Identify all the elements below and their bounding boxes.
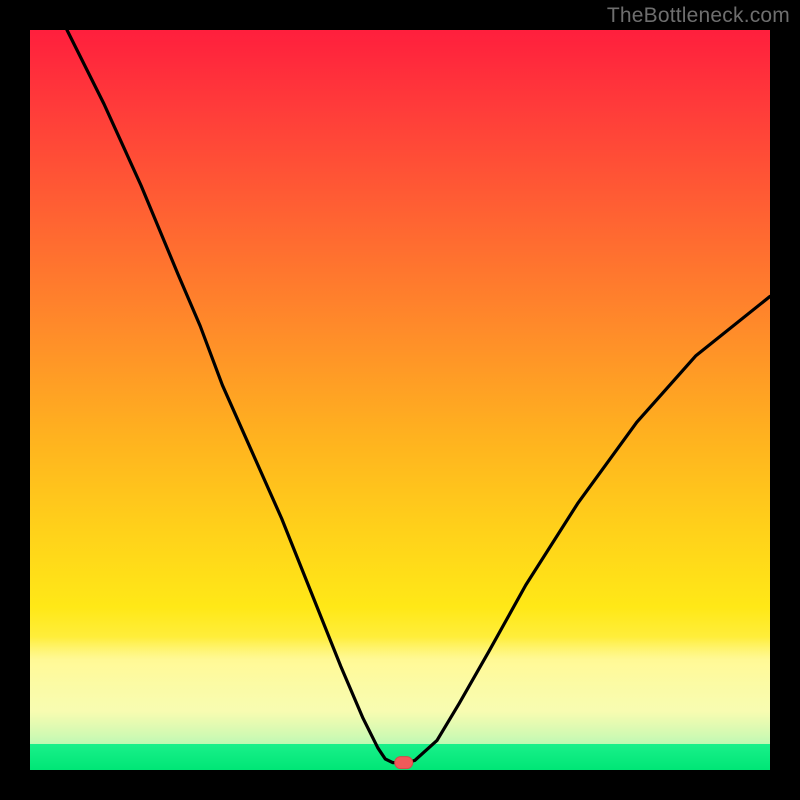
bottleneck-curve xyxy=(67,30,770,763)
bottleneck-svg xyxy=(30,30,770,770)
min-marker xyxy=(395,757,413,769)
chart-frame: TheBottleneck.com xyxy=(0,0,800,800)
plot-area xyxy=(30,30,770,770)
watermark-label: TheBottleneck.com xyxy=(607,4,790,28)
